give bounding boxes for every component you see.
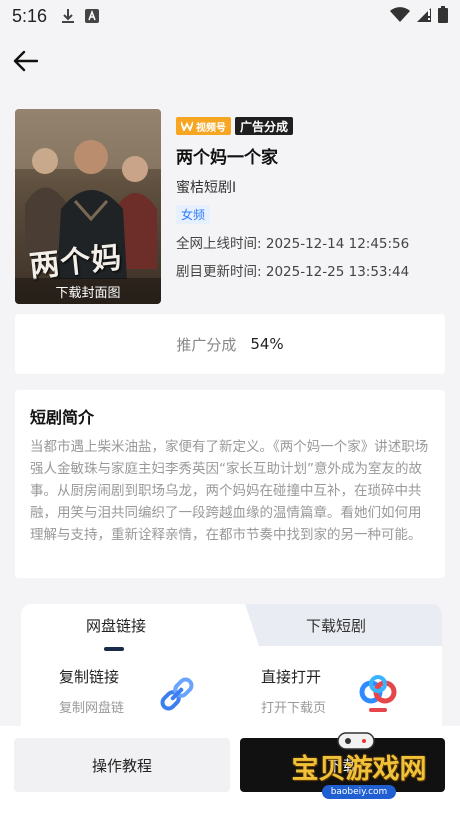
wifi-icon	[390, 6, 410, 28]
download-icon	[61, 8, 75, 24]
genre-tag: 女频	[176, 205, 211, 224]
status-right	[390, 6, 448, 28]
copy-link-title: 复制链接	[59, 668, 120, 686]
promo-share-card: 推广分成 54%	[15, 314, 445, 374]
promo-share-value: 54%	[250, 335, 284, 353]
tab-netdisk-link[interactable]: 网盘链接	[21, 604, 211, 646]
synopsis-heading: 短剧简介	[30, 408, 95, 427]
synopsis-text: 当都市遇上柴米油盐，家便有了新定义。《两个妈一个家》讲述职场强人金敏珠与家庭主妇…	[30, 439, 429, 543]
badges: 视频号 广告分成	[176, 117, 446, 135]
drama-title: 两个妈一个家	[176, 148, 278, 168]
battery-icon	[438, 6, 448, 28]
promo-share-label: 推广分成	[176, 335, 237, 354]
update-time-row: 剧目更新时间: 2025-12-25 13:53:44	[176, 260, 446, 280]
copy-link-action[interactable]: 复制链接 复制网盘链	[59, 666, 124, 716]
cover-image: 两个妈 下载封面图	[15, 109, 161, 304]
download-cover-button[interactable]: 下载封面图	[15, 278, 161, 304]
arrow-left-icon	[13, 50, 38, 72]
font-a-icon	[85, 9, 100, 23]
update-time-label: 剧目更新时间:	[176, 264, 262, 280]
download-button[interactable]: 下载	[240, 738, 445, 792]
drama-meta: 视频号 广告分成 两个妈一个家 蜜桔短剧I 女频 全网上线时间: 2025-12…	[176, 109, 446, 280]
tab-download-drama[interactable]: 下载短剧	[251, 604, 421, 646]
drama-info: 两个妈 下载封面图 视频号 广告分成 两个妈一个家 蜜桔短剧I 女频 全网上线时…	[15, 109, 445, 305]
ad-share-badge: 广告分成	[235, 117, 294, 135]
status-time: 5:16	[12, 5, 48, 26]
online-time-label: 全网上线时间:	[176, 236, 262, 252]
bottom-bar: 操作教程 下载	[0, 726, 460, 817]
online-time-row: 全网上线时间: 2025-12-14 12:45:56	[176, 232, 446, 252]
producer-name: 蜜桔短剧I	[176, 180, 237, 196]
synopsis-card: 短剧简介 当都市遇上柴米油盐，家便有了新定义。《两个妈一个家》讲述职场强人金敏珠…	[15, 390, 445, 578]
status-bar: 5:16	[0, 0, 460, 32]
link-tabs-panel: 网盘链接 下载短剧 复制链接 复制网盘链 直接打开 打开下载页	[21, 604, 442, 726]
channels-logo-icon	[181, 121, 193, 131]
open-directly-subtitle: 打开下载页	[261, 701, 327, 716]
online-time-value: 2025-12-14 12:45:56	[265, 236, 410, 252]
open-directly-action[interactable]: 直接打开 打开下载页	[261, 666, 326, 716]
open-directly-title: 直接打开	[261, 668, 322, 686]
update-time-value: 2025-12-25 13:53:44	[265, 264, 410, 280]
tutorial-button[interactable]: 操作教程	[14, 738, 230, 792]
baidu-netdisk-icon[interactable]	[357, 674, 399, 720]
top-bar	[0, 38, 460, 84]
link-icon[interactable]	[157, 674, 197, 718]
cell-signal-icon	[416, 7, 432, 28]
back-button[interactable]	[10, 46, 40, 76]
active-tab-indicator	[104, 647, 124, 651]
platform-badge-label: 视频号	[196, 122, 226, 134]
copy-link-subtitle: 复制网盘链	[59, 701, 125, 716]
platform-badge: 视频号	[176, 117, 231, 135]
